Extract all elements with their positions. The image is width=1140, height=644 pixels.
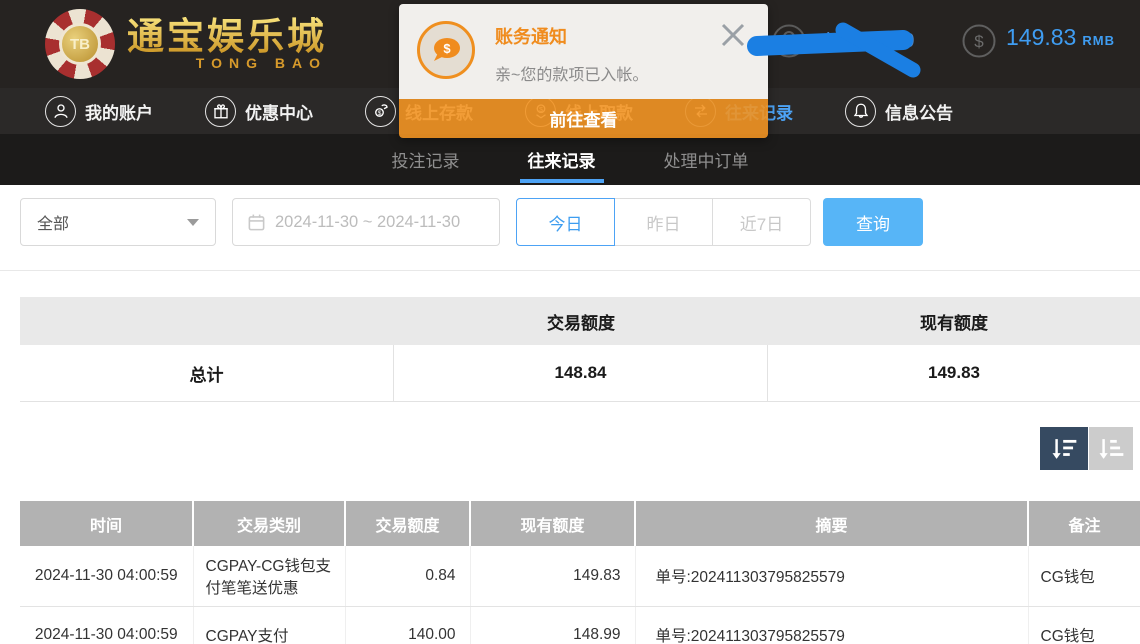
filter-row: 全部 2024-11-30 ~ 2024-11-30 今日 昨日 近7日 查询: [0, 198, 1140, 246]
quick-range-group: 今日 昨日 近7日: [516, 198, 811, 246]
col-header-trade-amount: 交易额度: [345, 501, 470, 546]
tab-bet-records[interactable]: 投注记录: [380, 134, 472, 185]
nav-item-promotions[interactable]: 优惠中心: [205, 96, 313, 127]
casino-chip-icon: TB: [45, 9, 115, 79]
chevron-down-icon: [187, 219, 199, 226]
record-type: CGPAY-CG钱包支付笔笔送优惠: [193, 546, 345, 607]
summary-trade-amount: 148.84: [394, 345, 768, 401]
brand-logo[interactable]: TB 通宝娱乐城 TONG BAO: [45, 9, 327, 79]
toast-title: 账务通知: [495, 23, 648, 49]
search-button[interactable]: 查询: [823, 198, 923, 246]
sort-ascending-button[interactable]: [1089, 427, 1133, 470]
balance-amount: 149.83: [1006, 24, 1076, 51]
date-range-value: 2024-11-30 ~ 2024-11-30: [275, 213, 460, 232]
toast-text: 账务通知 亲~您的款项已入帐。: [495, 21, 648, 85]
brand-name-en: TONG BAO: [127, 55, 327, 71]
today-button[interactable]: 今日: [516, 198, 615, 246]
tab-transaction-records[interactable]: 往来记录: [516, 134, 608, 185]
user-icon: [772, 24, 806, 58]
gift-icon: [205, 96, 236, 127]
toast-body: $ 账务通知 亲~您的款项已入帐。: [399, 4, 768, 99]
brand-text: 通宝娱乐城 TONG BAO: [127, 17, 327, 71]
record-trade-amount: 0.84: [345, 546, 470, 607]
svg-text:$: $: [377, 110, 381, 117]
svg-text:$: $: [974, 32, 984, 51]
record-type: CGPAY支付: [193, 607, 345, 644]
col-header-current-amount: 现有额度: [470, 501, 635, 546]
summary-header-blank: [20, 297, 394, 345]
nav-item-announcements[interactable]: 信息公告: [845, 96, 953, 127]
svg-text:$: $: [443, 41, 451, 56]
record-time: 2024-11-30 04:00:59: [20, 546, 193, 607]
close-icon[interactable]: [718, 20, 748, 50]
deposit-icon: $: [365, 96, 396, 127]
summary-total-row: 总计 148.84 149.83: [20, 345, 1140, 402]
col-header-time: 时间: [20, 501, 193, 546]
record-time: 2024-11-30 04:00:59: [20, 607, 193, 644]
record-row: 2024-11-30 04:00:59 CGPAY-CG钱包支付笔笔送优惠 0.…: [20, 546, 1140, 607]
col-header-type: 交易类别: [193, 501, 345, 546]
record-note: CG钱包: [1028, 546, 1140, 607]
dollar-coin-icon: $: [962, 24, 996, 58]
toast-action-button[interactable]: 前往查看: [399, 99, 768, 138]
summary-total-label: 总计: [20, 345, 394, 401]
chip-monogram: TB: [59, 23, 101, 65]
record-summary: 单号:202411303795825579: [635, 607, 1028, 644]
summary-header-current: 现有额度: [768, 297, 1140, 345]
summary-header-trade: 交易额度: [394, 297, 768, 345]
yesterday-button[interactable]: 昨日: [614, 198, 713, 246]
account-notification-toast: $ 账务通知 亲~您的款项已入帐。 前往查看: [399, 4, 768, 138]
record-current-amount: 149.83: [470, 546, 635, 607]
last7days-button[interactable]: 近7日: [712, 198, 811, 246]
user-icon: [45, 96, 76, 127]
sort-ascending-icon: [1097, 436, 1125, 462]
section-divider: [0, 270, 1140, 271]
sort-controls: [1040, 427, 1133, 470]
category-select[interactable]: 全部: [20, 198, 216, 246]
summary-header-row: 交易额度 现有额度: [20, 297, 1140, 345]
balance[interactable]: $ 149.83 RMB: [962, 24, 1115, 58]
record-summary: 单号:202411303795825579: [635, 546, 1028, 607]
sort-descending-button[interactable]: [1040, 427, 1088, 470]
main-content: 全部 2024-11-30 ~ 2024-11-30 今日 昨日 近7日 查询 …: [0, 198, 1140, 644]
records-header-row: 时间 交易类别 交易额度 现有额度 摘要 备注: [20, 501, 1140, 546]
record-current-amount: 148.99: [470, 607, 635, 644]
balance-currency: RMB: [1082, 33, 1115, 48]
category-select-value: 全部: [37, 210, 187, 234]
username: che90: [816, 30, 915, 53]
records-table: 时间 交易类别 交易额度 现有额度 摘要 备注 2024-11-30 04:00…: [20, 501, 1140, 644]
col-header-note: 备注: [1028, 501, 1140, 546]
record-row: 2024-11-30 04:00:59 CGPAY支付 140.00 148.9…: [20, 607, 1140, 644]
summary-current-amount: 149.83: [768, 345, 1140, 401]
record-trade-amount: 140.00: [345, 607, 470, 644]
col-header-summary: 摘要: [635, 501, 1028, 546]
tab-pending-orders[interactable]: 处理中订单: [652, 134, 761, 185]
bell-icon: [845, 96, 876, 127]
dollar-chat-icon: $: [417, 21, 475, 79]
sub-tabs: 投注记录 往来记录 处理中订单: [0, 134, 1140, 185]
calendar-icon: [247, 213, 266, 232]
date-range-input[interactable]: 2024-11-30 ~ 2024-11-30: [232, 198, 500, 246]
nav-item-my-account[interactable]: 我的账户: [45, 96, 153, 127]
record-note: CG钱包: [1028, 607, 1140, 644]
brand-name-cn: 通宝娱乐城: [127, 17, 327, 57]
user-account[interactable]: che90: [772, 24, 915, 58]
toast-message: 亲~您的款项已入帐。: [495, 61, 648, 85]
sort-descending-icon: [1050, 436, 1078, 462]
summary-table: 交易额度 现有额度 总计 148.84 149.83: [20, 297, 1140, 402]
